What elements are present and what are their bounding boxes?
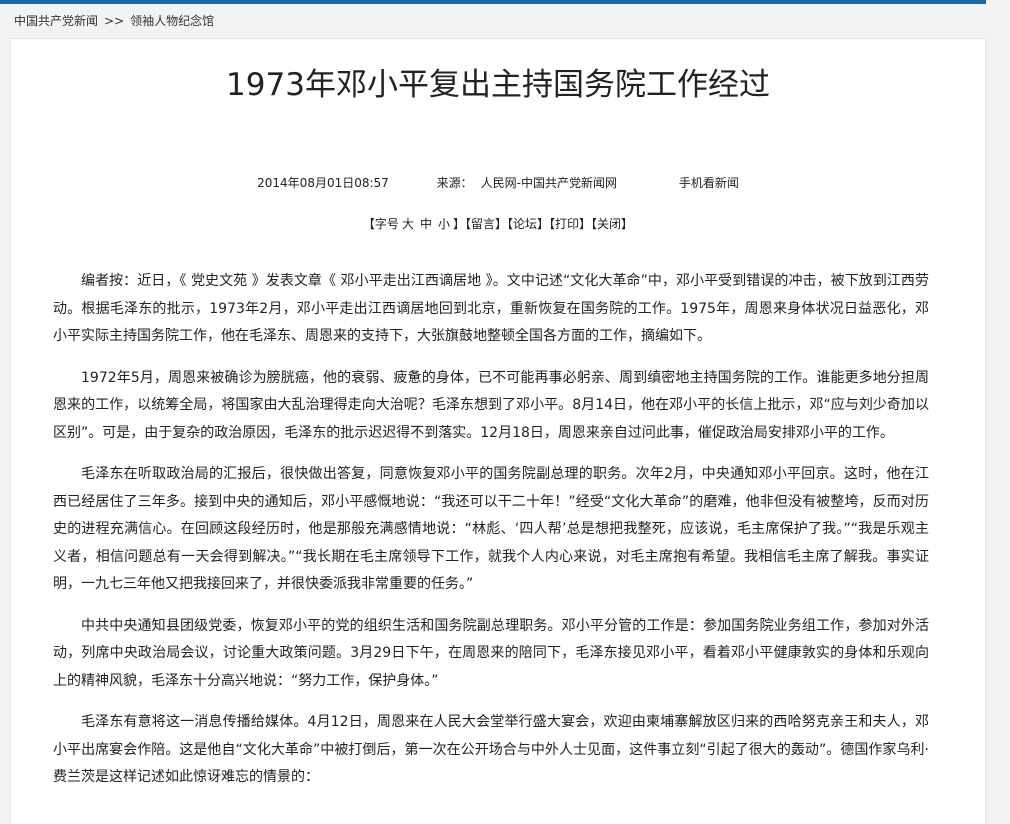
breadcrumb-link-leaders-memorial[interactable]: 领袖人物纪念馆 [130, 14, 214, 28]
font-size-medium-button[interactable]: 中 [420, 217, 432, 231]
article-paragraph: 毛泽东有意将这一消息传播给媒体。4月12日，周恩来在人民大会堂举行盛大宴会，欢迎… [53, 714, 929, 785]
breadcrumb: 中国共产党新闻 >> 领袖人物纪念馆 [0, 4, 986, 34]
print-button[interactable]: 【打印】 [549, 217, 591, 231]
font-size-large-button[interactable]: 大 [402, 217, 414, 231]
article-paragraph: 毛泽东在听取政治局的汇报后，很快做出答复，同意恢复邓小平的国务院副总理的职务。次… [53, 466, 929, 592]
article-container: 1973年邓小平复出主持国务院工作经过 2014年08月01日08:57 来源：… [10, 38, 986, 824]
source-link[interactable]: 人民网-中国共产党新闻网 [481, 176, 617, 190]
article-body: 编者按：近日，《 党史文苑 》发表文章《 邓小平走出江西谪居地 》。文中记述“文… [11, 268, 985, 792]
font-size-close-label: 】 [452, 217, 465, 231]
forum-button[interactable]: 【论坛】 [507, 217, 549, 231]
article-paragraph: 1972年5月，周恩来被确诊为膀胱癌，他的衰弱、疲惫的身体，已不可能再事必躬亲、… [53, 369, 929, 441]
source-label: 来源： [436, 176, 473, 190]
source-info: 来源： 人民网-中国共产党新闻网 [437, 174, 617, 191]
article-meta: 2014年08月01日08:57 来源： 人民网-中国共产党新闻网 手机看新闻 [11, 174, 985, 191]
article-paragraph: 中共中央通知县团级党委，恢复邓小平的党的组织生活和国务院副总理职务。邓小平分管的… [53, 617, 929, 689]
font-size-open-label: 【字号 [362, 217, 399, 231]
font-size-small-button[interactable]: 小 [438, 217, 450, 231]
breadcrumb-link-cpc-news[interactable]: 中国共产党新闻 [14, 14, 98, 28]
mobile-news-link[interactable]: 手机看新闻 [679, 176, 739, 190]
close-button[interactable]: 【关闭】 [591, 217, 633, 231]
article-toolbar: 【字号大中小】【留言】【论坛】【打印】【关闭】 [11, 215, 985, 232]
article-title: 1973年邓小平复出主持国务院工作经过 [226, 67, 770, 103]
comment-button[interactable]: 【留言】 [465, 217, 507, 231]
article-paragraph: 编者按：近日，《 党史文苑 》发表文章《 邓小平走出江西谪居地 》。文中记述“文… [53, 273, 929, 344]
breadcrumb-separator: >> [104, 14, 125, 28]
publish-datetime: 2014年08月01日08:57 [257, 176, 389, 190]
